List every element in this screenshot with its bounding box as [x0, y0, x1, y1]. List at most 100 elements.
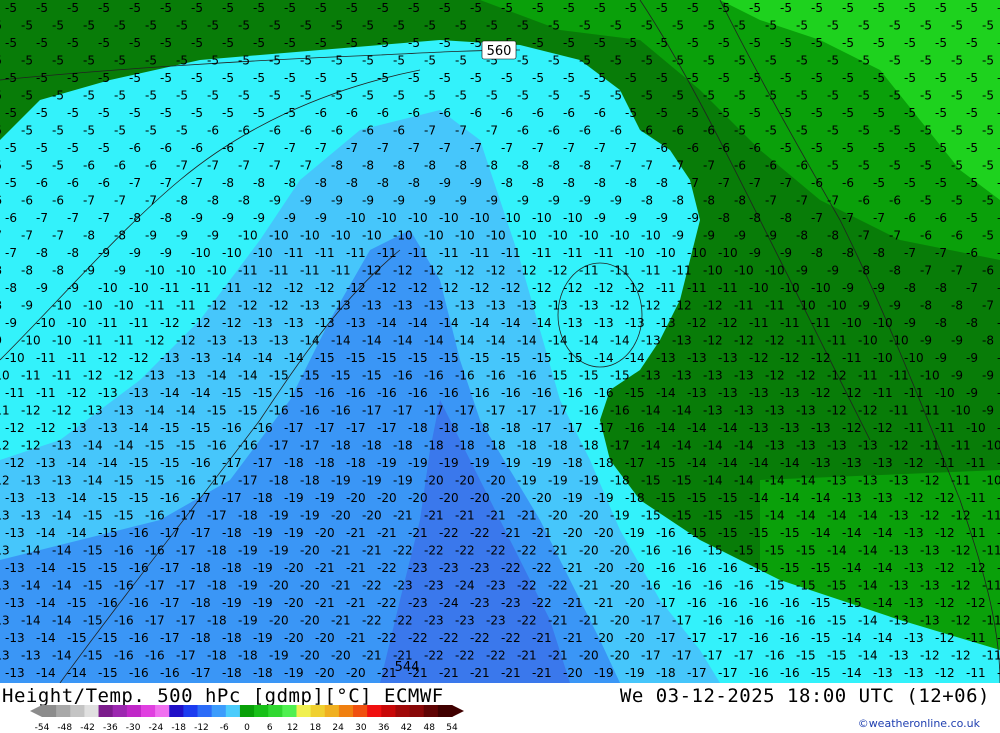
temp-label: -8: [858, 264, 870, 278]
temp-label: -8: [920, 299, 932, 313]
temp-label: -20: [548, 509, 568, 523]
temp-label: -13: [145, 369, 165, 383]
temp-label: -12: [284, 281, 304, 295]
scale-tick-label: 0: [244, 723, 250, 733]
temp-label: -10: [114, 299, 134, 313]
temp-label: -5: [5, 141, 17, 155]
temp-label: -10: [734, 264, 754, 278]
temp-label: -13: [904, 666, 924, 680]
temp-label: -16: [114, 614, 134, 628]
temp-label: -11: [734, 299, 754, 313]
temp-label: -9: [253, 211, 265, 225]
temp-label: -17: [548, 404, 568, 418]
temp-label: -15: [377, 351, 397, 365]
temp-label: -5: [749, 106, 761, 120]
temp-label: -19: [625, 526, 645, 540]
temp-label: -7: [98, 211, 110, 225]
temp-label: -5: [424, 54, 436, 68]
temp-label: -22: [532, 596, 552, 610]
temp-label: -15: [207, 404, 227, 418]
temp-label: -5: [920, 124, 932, 138]
temp-label: -15: [315, 351, 335, 365]
temp-label: -16: [765, 649, 785, 663]
temp-label: -19: [253, 596, 273, 610]
temp-label: -18: [191, 596, 211, 610]
temp-label: -20: [439, 491, 459, 505]
temp-label: -6: [346, 106, 358, 120]
temp-label: -12: [83, 369, 103, 383]
temp-label: -6: [191, 141, 203, 155]
temp-label: -12: [5, 421, 25, 435]
temp-label: -8: [83, 229, 95, 243]
scale-swatch: [239, 705, 255, 717]
temp-label: -16: [145, 649, 165, 663]
temp-label: -14: [52, 614, 72, 628]
temp-label: -11: [966, 666, 986, 680]
temp-label: -9: [873, 281, 885, 295]
temp-label: -7: [532, 141, 544, 155]
temp-label: -14: [207, 369, 227, 383]
temp-label: -18: [579, 439, 599, 453]
temp-label: -15: [129, 456, 149, 470]
temp-label: -10: [377, 211, 397, 225]
scale-swatch: [296, 705, 312, 717]
temp-label: -7: [455, 124, 467, 138]
temp-label: -17: [594, 421, 614, 435]
temp-label: -8: [749, 211, 761, 225]
temp-label: -15: [176, 439, 196, 453]
temp-label: -8: [718, 211, 730, 225]
temp-label: -16: [222, 421, 242, 435]
temp-label: -5: [5, 36, 17, 50]
temp-label: -11: [966, 491, 986, 505]
temp-label: -5: [0, 89, 2, 103]
temp-label: -14: [21, 614, 41, 628]
temp-label: -11: [920, 439, 940, 453]
temp-label: -7: [52, 229, 64, 243]
temp-label: -19: [253, 526, 273, 540]
temp-label: -5: [935, 36, 947, 50]
temp-label: -17: [656, 631, 676, 645]
temp-label: -15: [114, 474, 134, 488]
temp-label: -5: [408, 71, 420, 85]
temp-label: -11: [52, 369, 72, 383]
temp-label: -14: [858, 579, 878, 593]
temp-label: -19: [238, 579, 258, 593]
temp-label: -6: [408, 106, 420, 120]
temp-label: -16: [641, 579, 661, 593]
temp-label: -7: [439, 141, 451, 155]
temp-label: -9: [176, 229, 188, 243]
temp-label: -10: [300, 229, 320, 243]
scale-swatch: [282, 705, 297, 717]
temp-label: -13: [920, 579, 940, 593]
temp-label: -18: [563, 456, 583, 470]
temp-label: -9: [703, 229, 715, 243]
temp-label: -6: [935, 211, 947, 225]
temp-label: -5: [191, 71, 203, 85]
temp-label: -20: [331, 509, 351, 523]
temp-label: -17: [176, 544, 196, 558]
temp-label: -11: [408, 246, 428, 260]
temp-label: -14: [780, 456, 800, 470]
temp-label: -17: [176, 614, 196, 628]
temp-label: -14: [393, 334, 413, 348]
temp-label: -20: [300, 544, 320, 558]
temp-label: -19: [284, 666, 304, 680]
temp-label: -22: [455, 544, 475, 558]
temp-label: -8: [579, 159, 591, 173]
temp-label: -5: [579, 89, 591, 103]
temp-label: -15: [269, 369, 289, 383]
temp-label: -22: [470, 526, 490, 540]
temp-label: -10: [455, 229, 475, 243]
temp-label: -15: [238, 404, 258, 418]
temp-label: -19: [501, 456, 521, 470]
temp-label: -21: [470, 666, 490, 680]
temp-label: -12: [36, 421, 56, 435]
temp-label: -5: [703, 89, 715, 103]
temp-label: -9: [579, 194, 591, 208]
temp-label: -17: [207, 509, 227, 523]
temp-label: -12: [625, 281, 645, 295]
temp-label: -6: [811, 176, 823, 190]
temp-label: -8: [796, 229, 808, 243]
copyright-link[interactable]: ©weatheronline.co.uk: [858, 717, 980, 730]
temp-label: -17: [424, 404, 444, 418]
